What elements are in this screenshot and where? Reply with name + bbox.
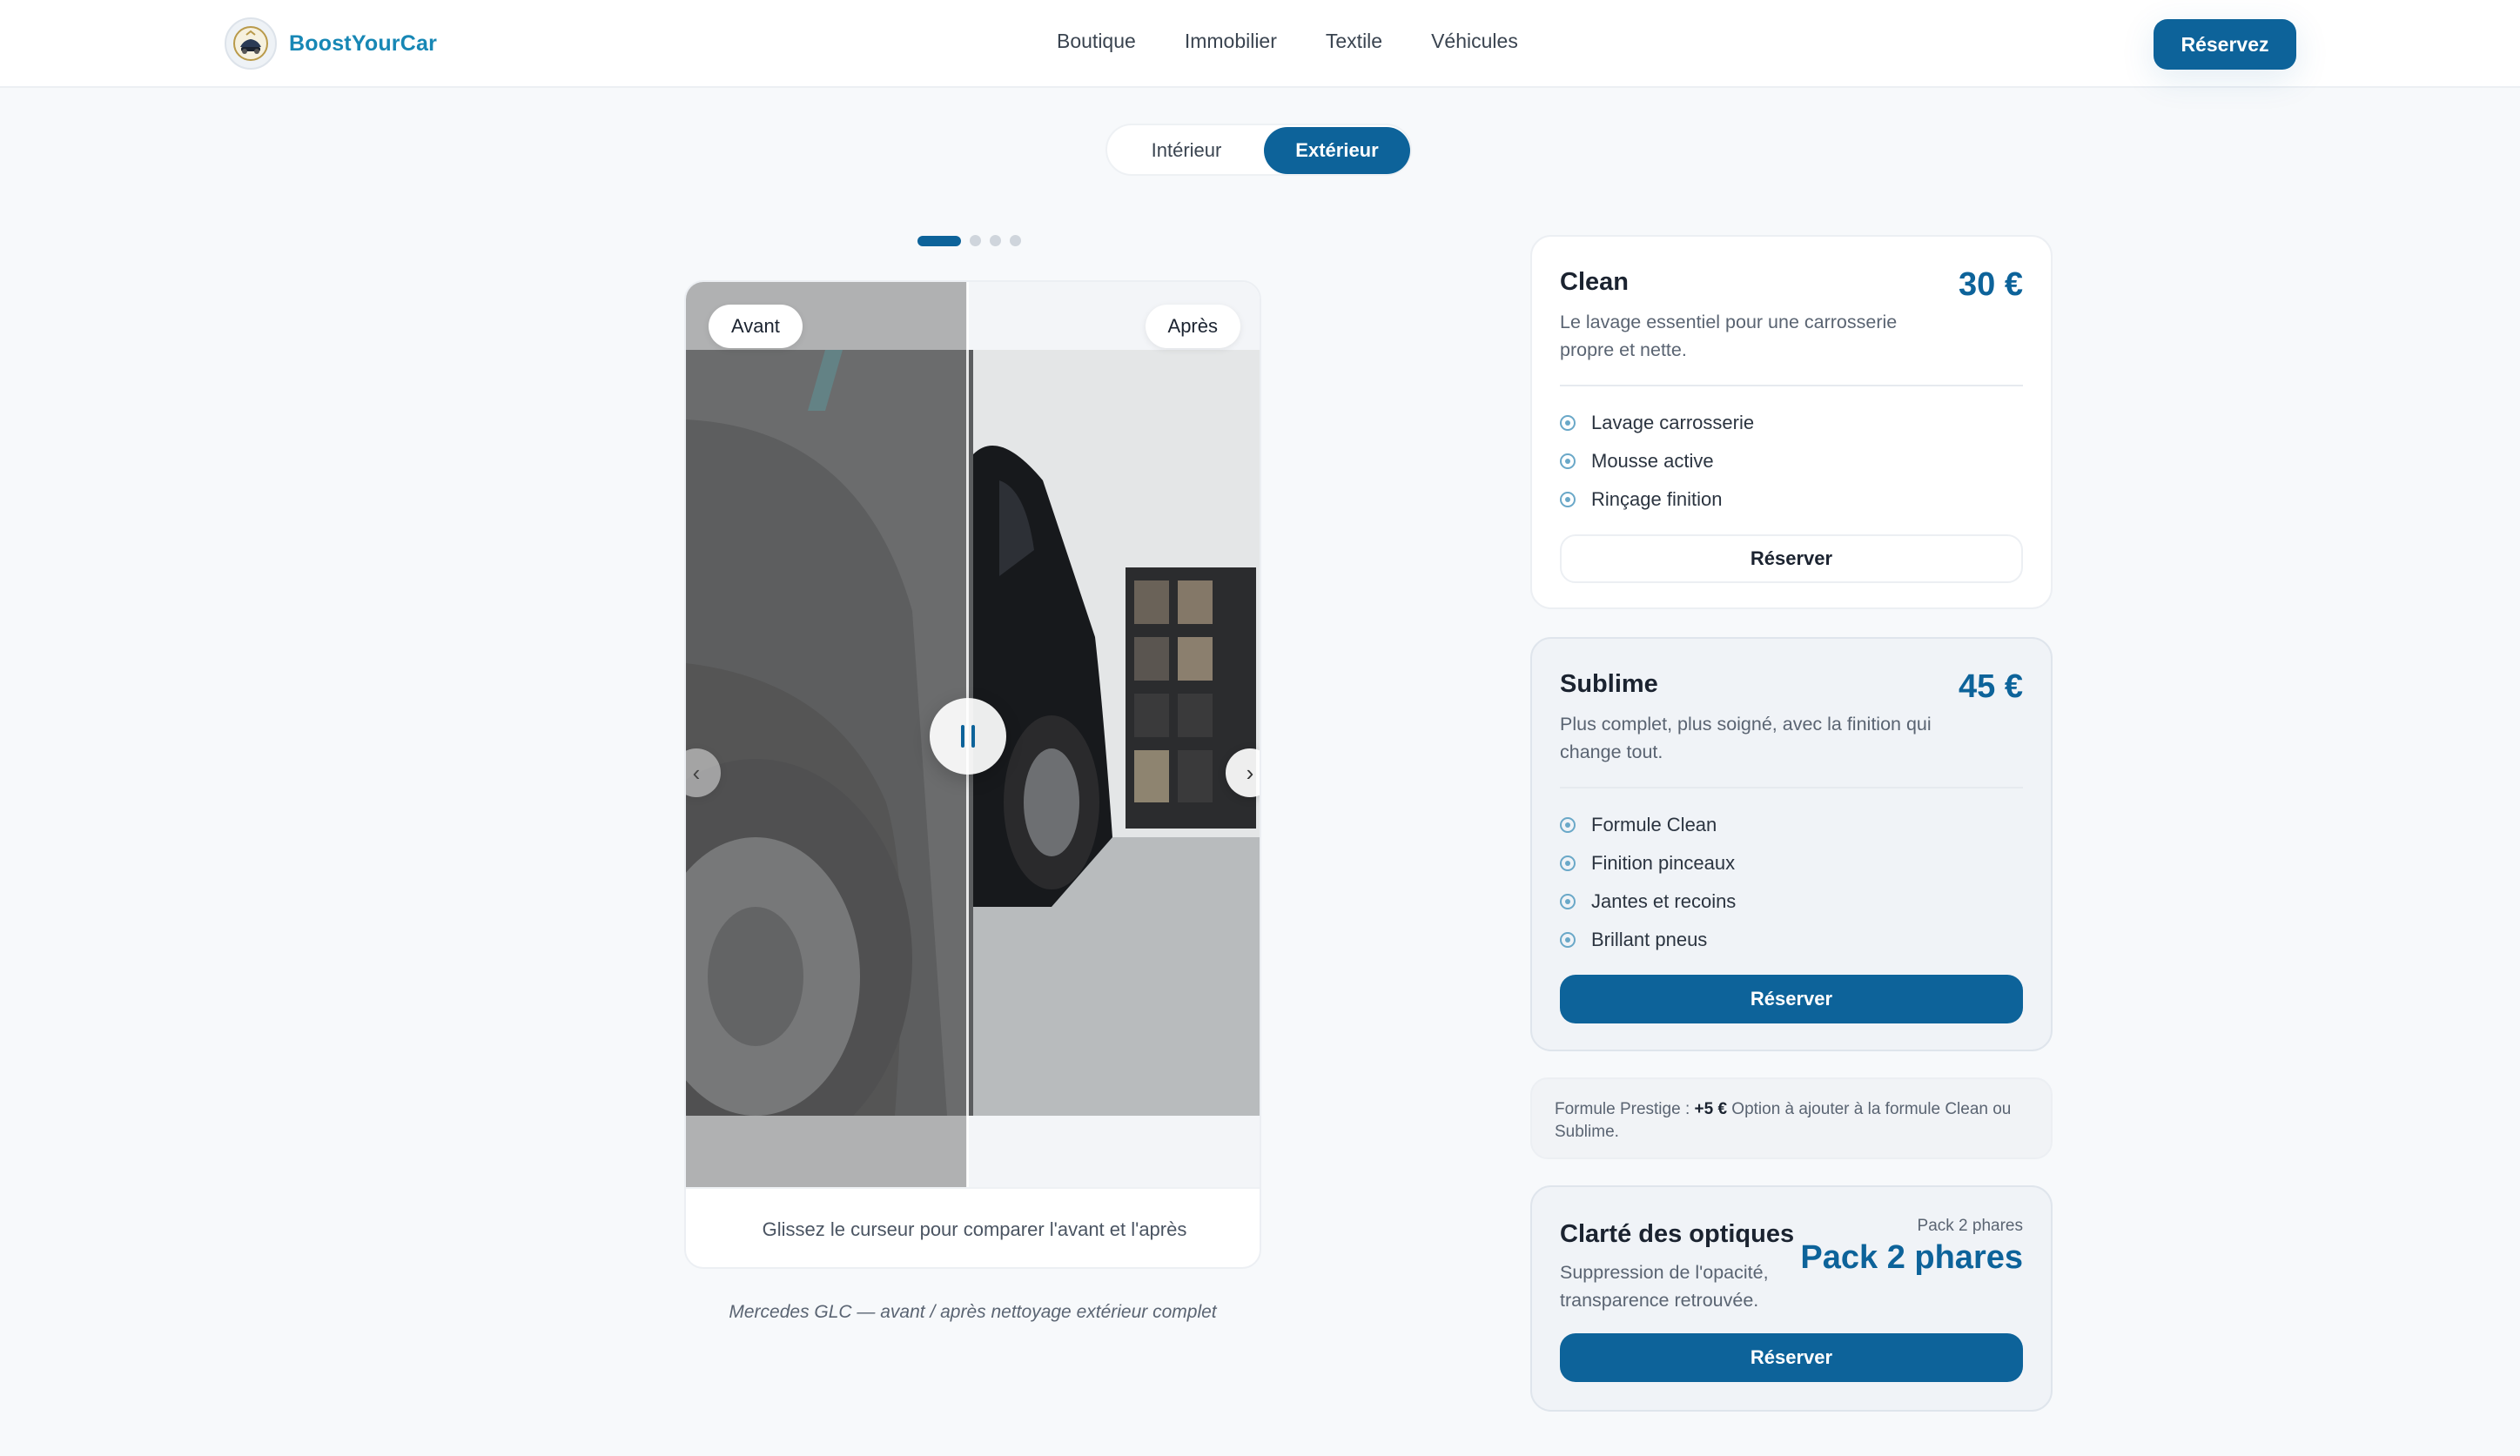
check-circle-icon [1560, 492, 1576, 507]
optics-pack-label: Pack 2 phares [1917, 1217, 2023, 1235]
plan-separator [1560, 787, 2023, 788]
check-circle-icon [1560, 932, 1576, 948]
reserve-sublime-button[interactable]: Réserver [1560, 975, 2023, 1023]
brand-name: BoostYourCar [289, 30, 438, 56]
list-item: Mousse active [1560, 442, 1754, 480]
nav-item-boutique[interactable]: Boutique [1057, 30, 1136, 53]
plan-separator [1560, 385, 2023, 386]
compare-hint: Glissez le curseur pour comparer l'avant… [686, 1187, 1260, 1267]
nav-item-textile[interactable]: Textile [1326, 30, 1382, 53]
prestige-note: Formule Prestige : +5 € Option à ajouter… [1530, 1077, 2053, 1159]
plan-title: Clean [1560, 268, 1629, 296]
before-overlay [686, 282, 967, 1187]
optics-title: Clarté des optiques [1560, 1220, 1795, 1248]
reserve-header-button[interactable]: Réservez [2154, 19, 2296, 70]
plan-card-sublime: Sublime 45 € Plus complet, plus soigné, … [1530, 637, 2053, 1051]
after-label: Après [1145, 305, 1240, 348]
before-after-card: Avant Après ‹ › Glissez le curseur pour … [684, 280, 1261, 1269]
brand-emblem-icon [225, 17, 277, 70]
list-item: Lavage carrosserie [1560, 404, 1754, 442]
plan-card-clean: Clean 30 € Le lavage essentiel pour une … [1530, 235, 2053, 609]
plan-title: Sublime [1560, 670, 1658, 698]
before-after-slider[interactable]: Avant Après ‹ › [686, 282, 1260, 1187]
reserve-clean-button[interactable]: Réserver [1560, 534, 2023, 583]
list-item: Brillant pneus [1560, 921, 1736, 959]
reserve-optics-button[interactable]: Réserver [1560, 1333, 2023, 1382]
interior-exterior-toggle: Intérieur Extérieur [1105, 124, 1412, 176]
list-item: Jantes et recoins [1560, 882, 1736, 921]
carousel-dot-3[interactable] [990, 235, 1001, 246]
carousel-dot-2[interactable] [970, 235, 981, 246]
nav-item-vehicules[interactable]: Véhicules [1431, 30, 1518, 53]
check-circle-icon [1560, 894, 1576, 909]
plan-price: 30 € [1959, 266, 2023, 303]
carousel-dots [917, 235, 1021, 246]
optics-description: Suppression de l'opacité, transparence r… [1560, 1262, 1769, 1311]
optics-pack-title: Pack 2 phares [1800, 1239, 2023, 1276]
main-nav: Boutique Immobilier Textile Véhicules [1057, 30, 1518, 53]
optics-card: Clarté des optiques Pack 2 phares Pack 2… [1530, 1185, 2053, 1412]
site-header: BoostYourCar Boutique Immobilier Textile… [0, 0, 2520, 88]
compare-handle[interactable] [930, 698, 1006, 775]
check-circle-icon [1560, 453, 1576, 469]
list-item: Finition pinceaux [1560, 844, 1736, 882]
toggle-interior[interactable]: Intérieur [1112, 127, 1260, 174]
carousel-dot-1[interactable] [917, 235, 961, 246]
plan-description: Le lavage essentiel pour une carrosserie… [1560, 312, 1898, 360]
before-label: Avant [709, 305, 803, 348]
plan-price: 45 € [1959, 668, 2023, 705]
plan-description: Plus complet, plus soigné, avec la finit… [1560, 714, 1932, 762]
photo-caption: Mercedes GLC — avant / après nettoyage e… [729, 1302, 1217, 1322]
plan-features: Lavage carrosserie Mousse active Rinçage… [1560, 404, 1754, 519]
check-circle-icon [1560, 855, 1576, 871]
nav-item-immobilier[interactable]: Immobilier [1185, 30, 1277, 53]
prestige-amount: +5 € [1694, 1100, 1728, 1118]
check-circle-icon [1560, 415, 1576, 431]
check-circle-icon [1560, 817, 1576, 833]
toggle-exterior[interactable]: Extérieur [1264, 127, 1410, 174]
carousel-dot-4[interactable] [1010, 235, 1021, 246]
plan-features: Formule Clean Finition pinceaux Jantes e… [1560, 806, 1736, 959]
brand-logo[interactable]: BoostYourCar [225, 17, 437, 70]
list-item: Rinçage finition [1560, 480, 1754, 519]
list-item: Formule Clean [1560, 806, 1736, 844]
